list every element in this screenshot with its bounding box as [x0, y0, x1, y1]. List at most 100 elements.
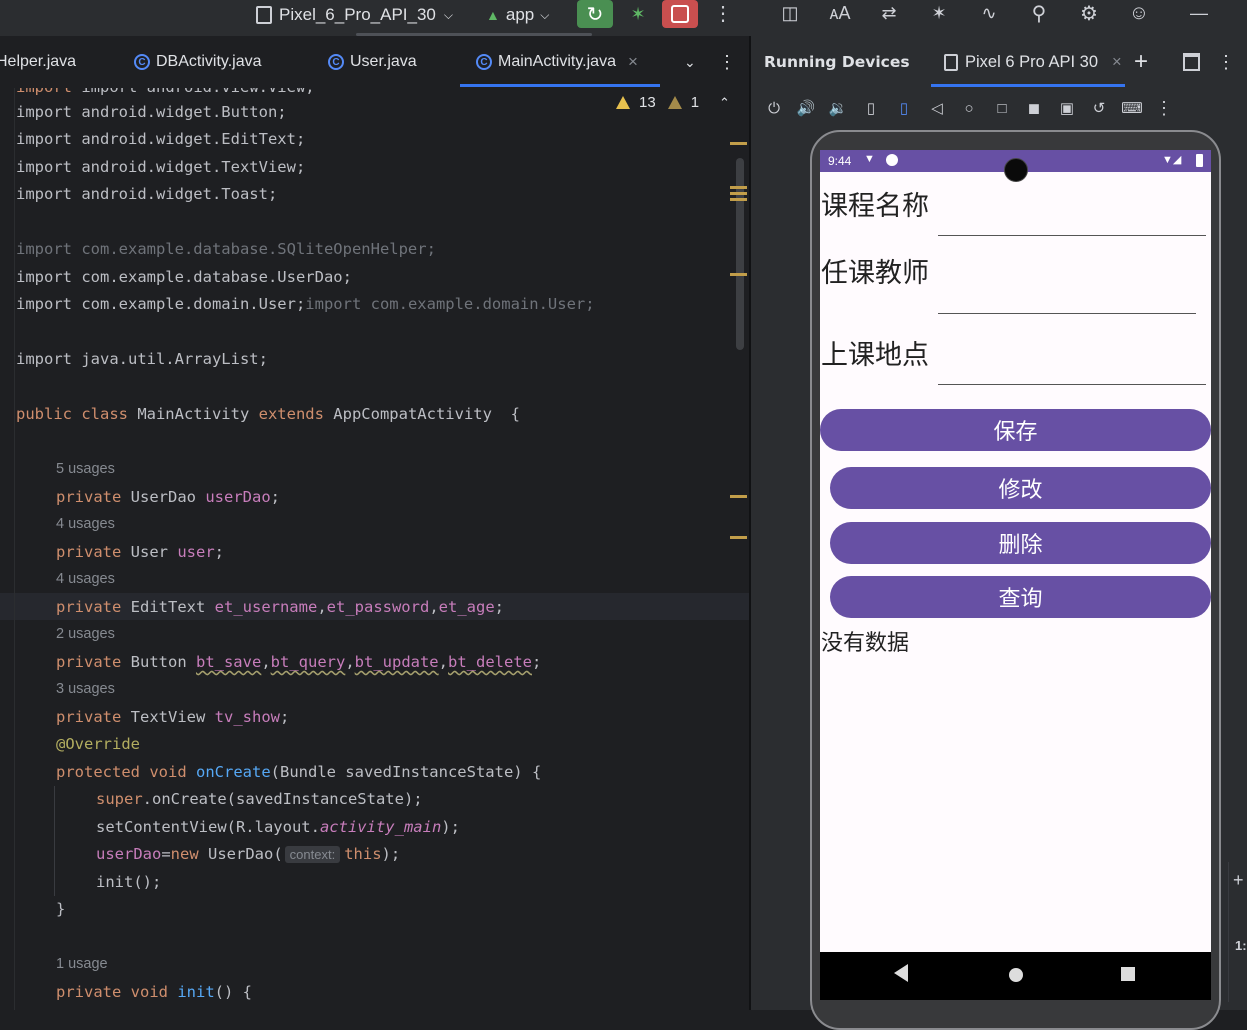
power-button[interactable]: ⏻ [759, 90, 789, 126]
nav-home-icon[interactable] [1009, 968, 1023, 982]
run-config-label: app [506, 5, 534, 25]
query-button[interactable]: 查询 [830, 576, 1211, 618]
device-manager-button[interactable]: ◫ [775, 0, 805, 26]
search-button[interactable]: ⚲ [1024, 0, 1054, 26]
tab-dbactivity[interactable]: C DBActivity.java [134, 36, 262, 88]
code-line: super.onCreate(savedInstanceState); [96, 786, 423, 813]
run-config-selector[interactable]: ▲ app ⌵ [486, 0, 549, 30]
phone-screen[interactable]: 9:44 ▼ ▼◢ 课程名称 任课教师 上课地点 保存 修改 删除 查询 没有数… [820, 150, 1211, 1000]
warning-marker[interactable] [730, 273, 747, 276]
device-selector[interactable]: Pixel_6_Pro_API_30 ⌵ [256, 0, 453, 30]
tabs-more-button[interactable]: ⋮ [718, 36, 736, 88]
plus-icon[interactable]: + [1233, 870, 1244, 891]
teacher-input[interactable] [938, 313, 1196, 314]
code-line: init(); [96, 869, 161, 896]
warning-marker[interactable] [730, 192, 747, 195]
delete-button[interactable]: 删除 [830, 522, 1211, 564]
device-icon [256, 6, 272, 24]
warning-marker[interactable] [730, 186, 747, 189]
account-button[interactable]: ☺ [1124, 0, 1154, 26]
volume-up-button[interactable]: 🔊 [791, 90, 821, 126]
stop-icon [671, 5, 689, 23]
more-vertical-icon: ⋮ [718, 52, 736, 73]
location-input[interactable] [938, 384, 1206, 385]
class-icon: C [328, 54, 344, 70]
rotate-left-button[interactable]: ▯ [856, 90, 886, 126]
code-line: import android.widget.TextView; [16, 154, 305, 181]
logcat-icon: ⇄ [881, 3, 896, 24]
code-line: protected void onCreate(Bundle savedInst… [56, 759, 541, 786]
more-vertical-icon: ⋮ [1217, 52, 1235, 73]
usage-hint[interactable]: 4 usages [56, 566, 115, 593]
overview-button[interactable]: □ [987, 90, 1017, 126]
screen-record-button[interactable]: ▣ [1052, 90, 1082, 126]
save-button[interactable]: 保存 [820, 409, 1211, 451]
rotate-right-button[interactable]: ▯ [889, 90, 919, 126]
window-layout-button[interactable] [1183, 36, 1200, 88]
code-line-unused-import: import com.example.database.SQliteOpenHe… [16, 236, 436, 263]
settings-button[interactable]: ⚙ [1074, 0, 1104, 26]
volume-down-button[interactable]: 🔉 [823, 90, 853, 126]
back-button[interactable]: ◁ [922, 90, 952, 126]
rerun-icon: ↻ [587, 2, 604, 27]
usage-hint[interactable]: 3 usages [56, 676, 115, 703]
warning-marker[interactable] [730, 536, 747, 539]
inspection-widget[interactable]: 13 1 ⌃ ⌄ [616, 94, 750, 111]
tabs-dropdown-button[interactable]: ⌄ [684, 36, 696, 88]
tab-label: Helper.java [0, 53, 76, 71]
android-icon: ▲ [486, 7, 500, 23]
tab-mainactivity[interactable]: C MainActivity.java × [476, 36, 638, 88]
more-vertical-icon: ⋮ [1155, 98, 1173, 119]
bug-report-button[interactable]: ✶ [924, 0, 954, 26]
translate-button[interactable]: ᴀA [825, 0, 855, 26]
nav-back-icon[interactable] [894, 964, 908, 982]
volume-up-icon: 🔊 [797, 99, 816, 117]
usage-hint[interactable]: 5 usages [56, 456, 115, 483]
code-editor[interactable]: import import android.view.View; import … [0, 88, 750, 1010]
tab-label: DBActivity.java [156, 53, 262, 71]
device-tab[interactable]: Pixel 6 Pro API 30 × [944, 36, 1122, 88]
device-more-button[interactable]: ⋮ [1149, 90, 1179, 126]
code-line-annotation: @Override [56, 731, 140, 758]
weak-warning-icon [668, 96, 682, 109]
add-device-button[interactable]: + [1134, 36, 1148, 88]
code-line: userDao=new UserDao(context:this); [96, 841, 400, 868]
tab-helper[interactable]: Helper.java [0, 36, 76, 88]
usage-hint[interactable]: 2 usages [56, 621, 115, 648]
more-actions-button[interactable]: ⋮ [708, 0, 738, 26]
prev-highlight-icon[interactable]: ⌃ [719, 95, 730, 111]
profiler-button[interactable]: ∿ [974, 0, 1004, 26]
usage-hint[interactable]: 4 usages [56, 511, 115, 538]
course-name-input[interactable] [938, 235, 1206, 236]
device-manager-icon: ◫ [781, 3, 798, 24]
warning-marker[interactable] [730, 142, 747, 145]
warning-icon [616, 96, 630, 109]
chevron-down-icon: ⌵ [540, 8, 549, 23]
update-button[interactable]: 修改 [830, 467, 1211, 509]
logcat-button[interactable]: ⇄ [874, 0, 904, 26]
home-button[interactable]: ○ [954, 90, 984, 126]
stop-button[interactable] [662, 0, 698, 28]
keyboard-button[interactable]: ⌨ [1117, 90, 1147, 126]
plus-icon: + [1134, 48, 1148, 76]
edge-toolwindow: + 1: [1228, 862, 1247, 1002]
chevron-down-icon: ⌄ [684, 54, 696, 71]
code-line: import android.widget.EditText; [16, 126, 305, 153]
usage-hint[interactable]: 1 usage [56, 951, 108, 978]
close-tab-icon[interactable]: × [1112, 53, 1122, 72]
result-text: 没有数据 [821, 625, 909, 657]
close-tab-icon[interactable]: × [628, 52, 638, 72]
nav-recents-icon[interactable] [1121, 967, 1135, 981]
minimize-button[interactable]: — [1184, 0, 1214, 26]
status-time: 9:44 [828, 154, 851, 168]
panel-more-button[interactable]: ⋮ [1217, 36, 1235, 88]
screenshot-button[interactable]: ◼ [1019, 90, 1049, 126]
tab-user[interactable]: C User.java [328, 36, 417, 88]
warning-marker[interactable] [730, 495, 747, 498]
reset-button[interactable]: ↺ [1084, 90, 1114, 126]
battery-icon [1196, 154, 1203, 167]
debug-button[interactable]: ✶ [620, 0, 656, 28]
code-line: import java.util.ArrayList; [16, 346, 268, 373]
warning-marker[interactable] [730, 198, 747, 201]
rerun-button[interactable]: ↻ [577, 0, 613, 28]
